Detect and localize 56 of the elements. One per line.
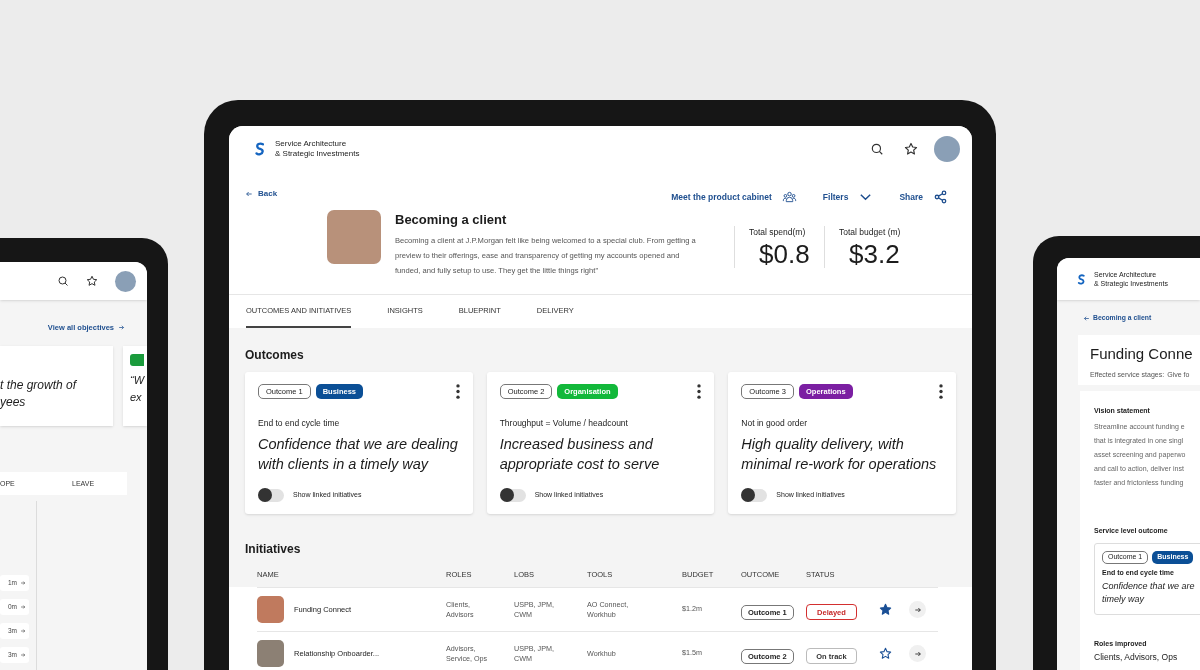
- outcome-statement: High quality delivery, with minimal re-work for operations: [741, 434, 938, 474]
- arrow-left-icon: [245, 190, 253, 198]
- page-title: Funding Conne: [1090, 344, 1194, 365]
- arrow-right-icon: [20, 628, 26, 635]
- section-heading: Initiatives: [245, 541, 302, 558]
- metric-label: Throughput = Volume / headcount: [499, 417, 629, 430]
- share-icon: [933, 190, 948, 204]
- more-icon: [455, 384, 460, 399]
- more-icon: [697, 384, 702, 399]
- roles-text: Clients, Advisors, Ops: [1094, 652, 1179, 664]
- arrow-right-icon: [118, 324, 125, 332]
- category-tag: [130, 354, 144, 367]
- open-button[interactable]: [909, 601, 926, 618]
- objective-quote: “W ex: [130, 373, 146, 406]
- arrow-right-icon: [20, 580, 26, 587]
- arrow-right-icon: [913, 605, 922, 614]
- logo-icon: [253, 141, 267, 157]
- star-icon: [904, 142, 918, 156]
- more-icon: [939, 384, 943, 399]
- arrow-right-icon: [20, 604, 26, 611]
- objective-quote: t the growth of yees: [0, 377, 78, 412]
- metric-label: Not in good order: [741, 417, 808, 430]
- star-icon[interactable]: [879, 647, 892, 660]
- action-link[interactable]: Meet the product cabinet: [671, 190, 797, 204]
- arrow-right-icon: [20, 652, 26, 659]
- arrow-left-icon: [1083, 314, 1090, 322]
- search-icon: [57, 275, 69, 287]
- app-title: Service Architecture & Strategic Investments: [275, 139, 360, 159]
- arrow-right-icon: [913, 649, 922, 658]
- toggle-switch[interactable]: [258, 488, 284, 502]
- photo-placeholder: [257, 596, 284, 623]
- stat-value: $3.2: [849, 238, 901, 269]
- search-icon: [870, 142, 884, 156]
- stat-label: Total budget (m): [839, 226, 902, 239]
- photo-placeholder: [327, 210, 381, 264]
- toggle-switch[interactable]: [499, 488, 526, 502]
- metric-label: End to end cycle time: [258, 417, 341, 430]
- outcome-statement: Increased business and appropriate cost to serve: [499, 434, 661, 474]
- avatar[interactable]: [115, 270, 136, 292]
- photo-placeholder: [257, 640, 284, 667]
- back-link[interactable]: Back: [245, 188, 278, 200]
- section-heading: Outcomes: [245, 347, 305, 364]
- outcome-statement: Confidence that we are timely way: [1102, 579, 1196, 606]
- star-icon: [86, 275, 98, 287]
- stat-label: Total spend(m): [749, 226, 807, 239]
- avatar[interactable]: [934, 136, 960, 162]
- outcome-statement: Confidence that we are dealing with clients in a timely way: [258, 434, 459, 474]
- toggle-switch[interactable]: [741, 488, 768, 502]
- logo-icon: [1076, 272, 1087, 286]
- stat-value: $0.8: [759, 238, 811, 269]
- star-icon[interactable]: [879, 603, 892, 616]
- action-link[interactable]: Share: [899, 190, 948, 204]
- open-button[interactable]: [909, 645, 926, 662]
- journey-title: Becoming a client: [395, 211, 508, 229]
- action-link[interactable]: Filters: [822, 190, 874, 204]
- people-icon: [781, 190, 797, 204]
